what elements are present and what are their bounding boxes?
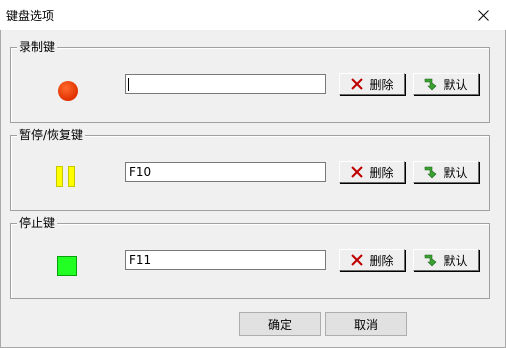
stop-key-input[interactable]: F11	[125, 250, 326, 270]
group-legend: 暂停/恢复键	[17, 127, 86, 143]
pause-bar-right	[68, 166, 75, 187]
record-default-button[interactable]: 默认	[413, 73, 479, 95]
group-stop-key: 停止键 F11 删除 默认	[10, 215, 490, 299]
record-delete-button[interactable]: 删除	[339, 73, 405, 95]
default-label: 默认	[443, 253, 468, 268]
group-record-key: 录制键 删除 默认	[10, 39, 490, 123]
pause-key-input[interactable]: F10	[125, 162, 326, 182]
pause-icon	[56, 166, 78, 188]
close-icon	[477, 9, 489, 21]
delete-label: 删除	[369, 165, 394, 180]
delete-x-icon	[351, 78, 364, 90]
delete-label: 删除	[369, 253, 394, 268]
group-legend: 录制键	[17, 39, 58, 55]
default-arrow-icon	[425, 254, 437, 267]
default-label: 默认	[443, 165, 468, 180]
default-label: 默认	[443, 77, 468, 92]
record-key-input[interactable]	[125, 74, 326, 94]
record-dot-icon	[58, 81, 78, 101]
title-bar: 键盘选项	[0, 0, 506, 30]
window-title: 键盘选项	[6, 9, 55, 23]
delete-x-icon	[351, 254, 364, 266]
default-arrow-icon	[425, 78, 437, 91]
stop-default-button[interactable]: 默认	[413, 249, 479, 271]
cancel-button[interactable]: 取消	[325, 312, 407, 336]
close-button[interactable]	[460, 0, 506, 30]
text-caret	[128, 78, 129, 91]
group-pause-key: 暂停/恢复键 F10 删除 默认	[10, 127, 490, 211]
default-arrow-icon	[425, 166, 437, 179]
ok-button[interactable]: 确定	[239, 312, 321, 336]
stop-square-icon	[57, 256, 77, 276]
delete-label: 删除	[369, 77, 394, 92]
group-legend: 停止键	[17, 215, 58, 231]
pause-delete-button[interactable]: 删除	[339, 161, 405, 183]
pause-default-button[interactable]: 默认	[413, 161, 479, 183]
delete-x-icon	[351, 166, 364, 178]
stop-delete-button[interactable]: 删除	[339, 249, 405, 271]
pause-bar-left	[56, 166, 63, 187]
